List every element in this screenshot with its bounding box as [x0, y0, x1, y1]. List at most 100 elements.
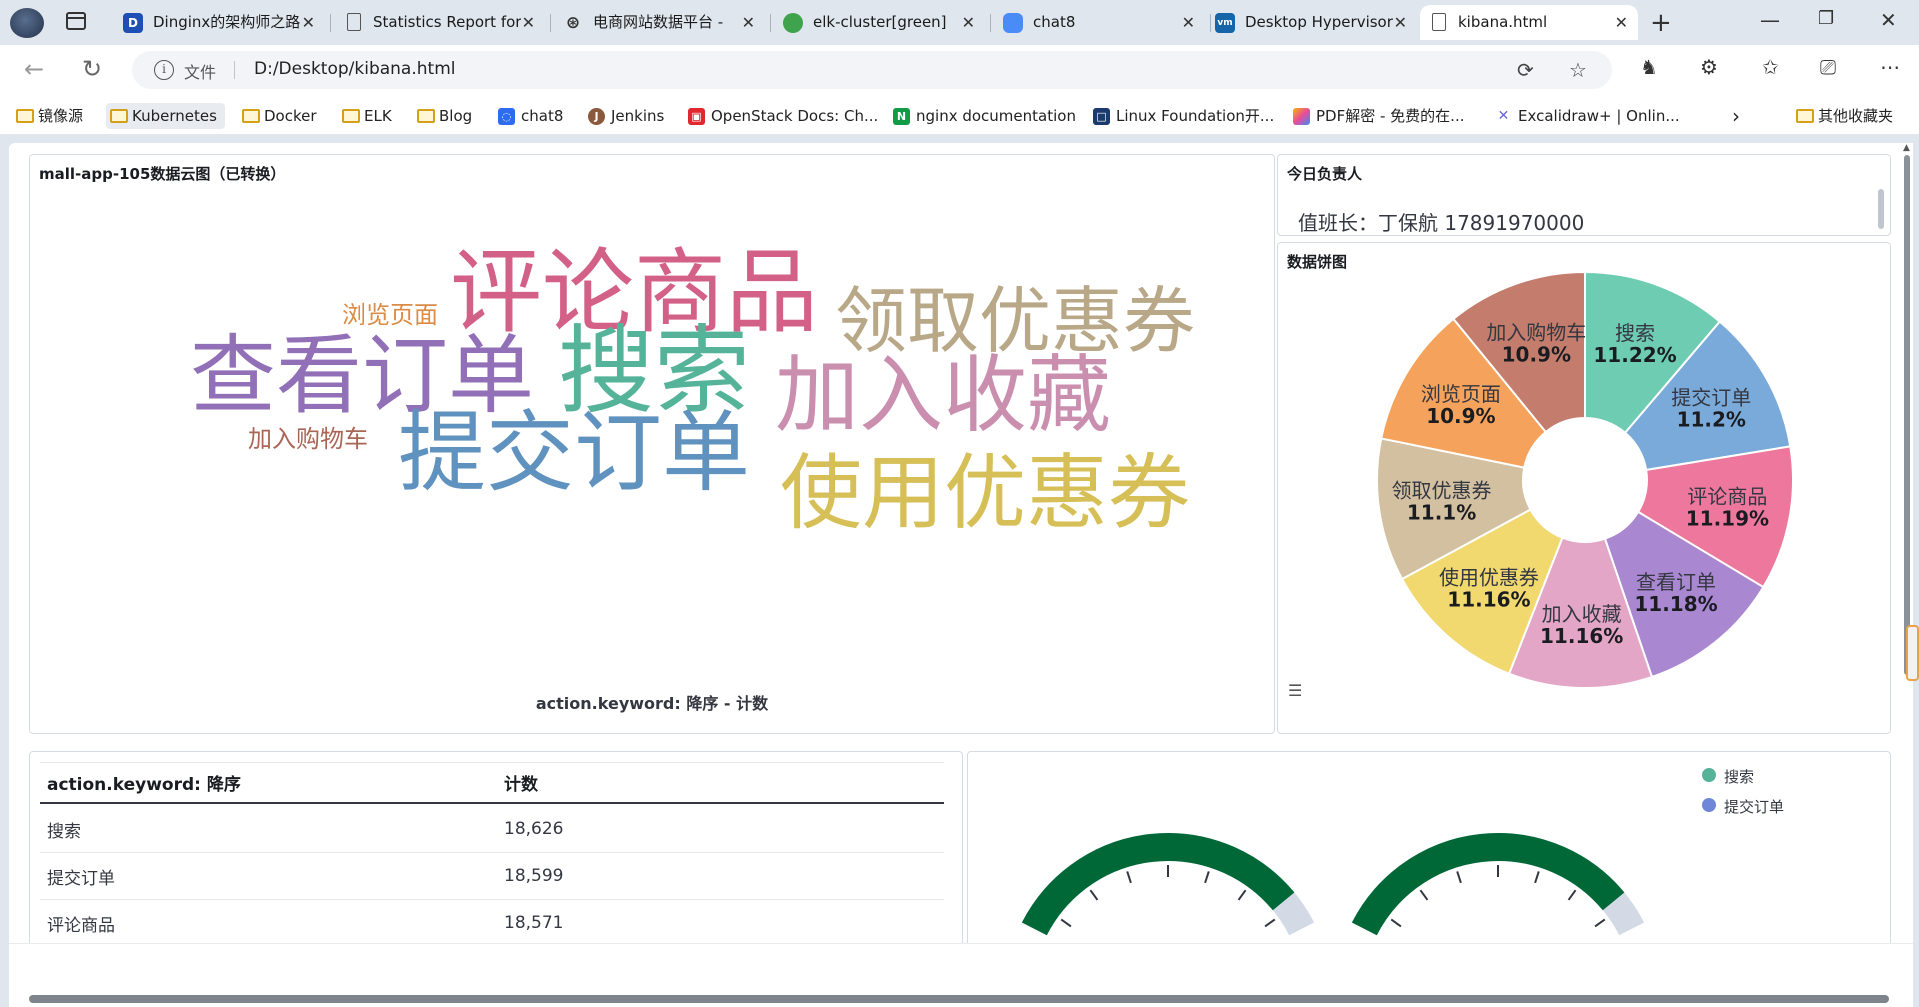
- new-tab-button[interactable]: +: [1650, 8, 1672, 38]
- pie-slice-percent: 11.18%: [1634, 592, 1717, 616]
- close-tab-icon[interactable]: ✕: [522, 5, 535, 40]
- cloud-word[interactable]: 提交订单: [398, 409, 750, 497]
- sidebar-handle[interactable]: [1906, 625, 1919, 681]
- tab-chat8[interactable]: chat8 ✕: [995, 5, 1205, 40]
- profile-avatar[interactable]: [10, 8, 44, 38]
- page-icon: [1432, 13, 1446, 31]
- gauge-tick: [1390, 918, 1402, 928]
- cloud-word[interactable]: 加入收藏: [775, 353, 1111, 437]
- minimize-button[interactable]: —: [1760, 8, 1780, 32]
- tab-elk-cluster[interactable]: elk-cluster[green] ✕: [775, 5, 985, 40]
- panel-scrollbar[interactable]: [1878, 189, 1884, 229]
- gauge-tick: [1089, 889, 1099, 901]
- bookmark-openstack-docs[interactable]: ▣ OpenStack Docs: Ch...: [685, 103, 878, 129]
- pdf-tool-icon: [1293, 108, 1310, 125]
- chat-favicon-icon: [1003, 13, 1023, 33]
- cloud-word[interactable]: 使用优惠券: [780, 453, 1190, 535]
- cloud-word[interactable]: 加入购物车: [248, 427, 368, 451]
- tab-actions-icon[interactable]: [66, 12, 86, 30]
- more-menu-icon[interactable]: ⋯: [1880, 55, 1900, 79]
- bookmarks-overflow-chevron-icon[interactable]: ›: [1732, 103, 1740, 129]
- url-text[interactable]: D:/Desktop/kibana.html: [254, 59, 455, 79]
- tab-ecommerce-platform[interactable]: ⊛ 电商网站数据平台 - ✕: [555, 5, 765, 40]
- pie-panel: 数据饼图 搜索 11.22% 提交订单 11.2% 评论商品 11.19% 查看订单 11.1…: [1277, 242, 1891, 734]
- gauge-tick: [1126, 871, 1132, 884]
- scrollbar-thumb[interactable]: [1904, 155, 1910, 675]
- legend-toggle-icon[interactable]: ☰: [1288, 681, 1302, 700]
- wordcloud-axis-label: action.keyword: 降序 - 计数: [535, 694, 769, 713]
- tab-statistics-report[interactable]: Statistics Report for ✕: [335, 5, 545, 40]
- pie-slice-percent: 11.16%: [1447, 588, 1530, 612]
- bookmark-linux-foundation[interactable]: □ Linux Foundation开...: [1090, 103, 1274, 129]
- pie-slice-label: 加入购物车: [1486, 320, 1586, 344]
- table-row: 评论商品 18,571: [40, 900, 944, 947]
- column-header-count[interactable]: 计数: [504, 763, 538, 802]
- bookmark-folder-elk[interactable]: ELK: [338, 103, 392, 129]
- pie-slice-label: 提交订单: [1671, 386, 1751, 410]
- info-icon[interactable]: i: [154, 60, 174, 80]
- pie-slice-label: 浏览页面: [1421, 382, 1501, 406]
- extension-llama-icon[interactable]: ♞: [1640, 55, 1658, 79]
- close-tab-icon[interactable]: ✕: [1182, 5, 1195, 40]
- gauge-tick: [1264, 918, 1276, 928]
- excalidraw-icon: ✕: [1495, 108, 1512, 125]
- gauge-tick: [1419, 889, 1429, 901]
- dashboard-page: mall-app-105数据云图（已转换） 评论商品 浏览页面 领取优惠券 查看…: [9, 143, 1913, 1007]
- table-row: 搜索 18,626: [40, 806, 944, 853]
- cloud-word[interactable]: 浏览页面: [342, 303, 438, 327]
- column-header-action[interactable]: action.keyword: 降序: [47, 763, 241, 802]
- folder-icon: [16, 109, 34, 123]
- tab-kibana-html[interactable]: kibana.html ✕: [1420, 5, 1638, 40]
- tab-dinginx[interactable]: D Dinginx的架构师之路 ✕: [115, 5, 325, 40]
- close-tab-icon[interactable]: ✕: [962, 5, 975, 40]
- bookmark-excalidraw[interactable]: ✕ Excalidraw+ | Onlin...: [1492, 103, 1680, 129]
- bookmarks-bar: 镜像源 Kubernetes Docker ELK Blog ◌ chat8 JJ…: [0, 95, 1919, 135]
- favorite-star-icon[interactable]: ☆: [1569, 58, 1587, 82]
- pie-slice-label: 使用优惠券: [1439, 566, 1539, 590]
- horizontal-scrollbar[interactable]: [29, 995, 1889, 1003]
- gauge-tick: [1456, 871, 1462, 884]
- gauge-tick: [1534, 871, 1540, 884]
- close-tab-icon[interactable]: ✕: [302, 5, 315, 40]
- openstack-icon: ▣: [688, 108, 705, 125]
- pie-slice-label: 领取优惠券: [1392, 478, 1492, 502]
- bookmark-folder-mirrors[interactable]: 镜像源: [12, 103, 83, 129]
- tab-desktop-hypervisor[interactable]: vm Desktop Hypervisor ✕: [1207, 5, 1417, 40]
- screenshot-icon[interactable]: ⎚: [1820, 55, 1836, 79]
- vertical-scrollbar[interactable]: ▲: [1901, 143, 1913, 943]
- folder-icon: [242, 109, 260, 123]
- folder-icon: [1796, 109, 1814, 123]
- favorites-icon[interactable]: ✩: [1762, 55, 1779, 79]
- extensions-icon[interactable]: ⚙: [1700, 55, 1718, 79]
- read-aloud-icon[interactable]: ⟳: [1517, 58, 1534, 82]
- close-tab-icon[interactable]: ✕: [1615, 5, 1628, 40]
- bookmark-chat8[interactable]: ◌ chat8: [495, 103, 563, 129]
- duty-title: 今日负责人: [1287, 165, 1363, 183]
- address-bar[interactable]: i 文件 D:/Desktop/kibana.html ⟳ ☆: [132, 51, 1612, 89]
- close-tab-icon[interactable]: ✕: [1394, 5, 1407, 40]
- gauge-tick: [1204, 871, 1210, 884]
- bookmark-folder-docker[interactable]: Docker: [238, 103, 317, 129]
- bookmark-jenkins[interactable]: J Jenkins: [585, 103, 664, 129]
- duty-text: 值班长：丁保航 17891970000: [1298, 211, 1585, 235]
- gauge-arc: [1021, 833, 1295, 936]
- close-tab-icon[interactable]: ✕: [742, 5, 755, 40]
- pie-slice-percent: 11.16%: [1540, 624, 1623, 648]
- blog-favicon-icon: D: [123, 13, 143, 33]
- refresh-button[interactable]: ↻: [82, 55, 102, 83]
- bookmark-folder-kubernetes[interactable]: Kubernetes: [106, 103, 225, 129]
- pie-chart: 搜索11.22% 提交订单11.2% 评论商品11.19% 查看订单11.18% 加入收…: [1376, 270, 1794, 689]
- restore-button[interactable]: ❐: [1818, 8, 1834, 29]
- close-window-button[interactable]: ✕: [1880, 8, 1897, 32]
- bookmark-folder-other[interactable]: 其他收藏夹: [1792, 103, 1893, 129]
- bookmark-nginx-docs[interactable]: Nnginx documentation: [890, 103, 1076, 129]
- bookmark-folder-blog[interactable]: Blog: [413, 103, 472, 129]
- bookmark-pdf-decrypt[interactable]: PDF解密 - 免费的在...: [1290, 103, 1464, 129]
- table-row: 提交订单 18,599: [40, 853, 944, 900]
- pie-slice-label: 搜索: [1615, 321, 1655, 345]
- back-button[interactable]: ←: [24, 55, 44, 83]
- network-icon: ⊛: [565, 13, 581, 33]
- folder-icon: [110, 109, 128, 123]
- address-toolbar: ← ↻ i 文件 D:/Desktop/kibana.html ⟳ ☆ ♞ ⚙ …: [0, 45, 1919, 95]
- scroll-up-icon[interactable]: ▲: [1903, 143, 1910, 153]
